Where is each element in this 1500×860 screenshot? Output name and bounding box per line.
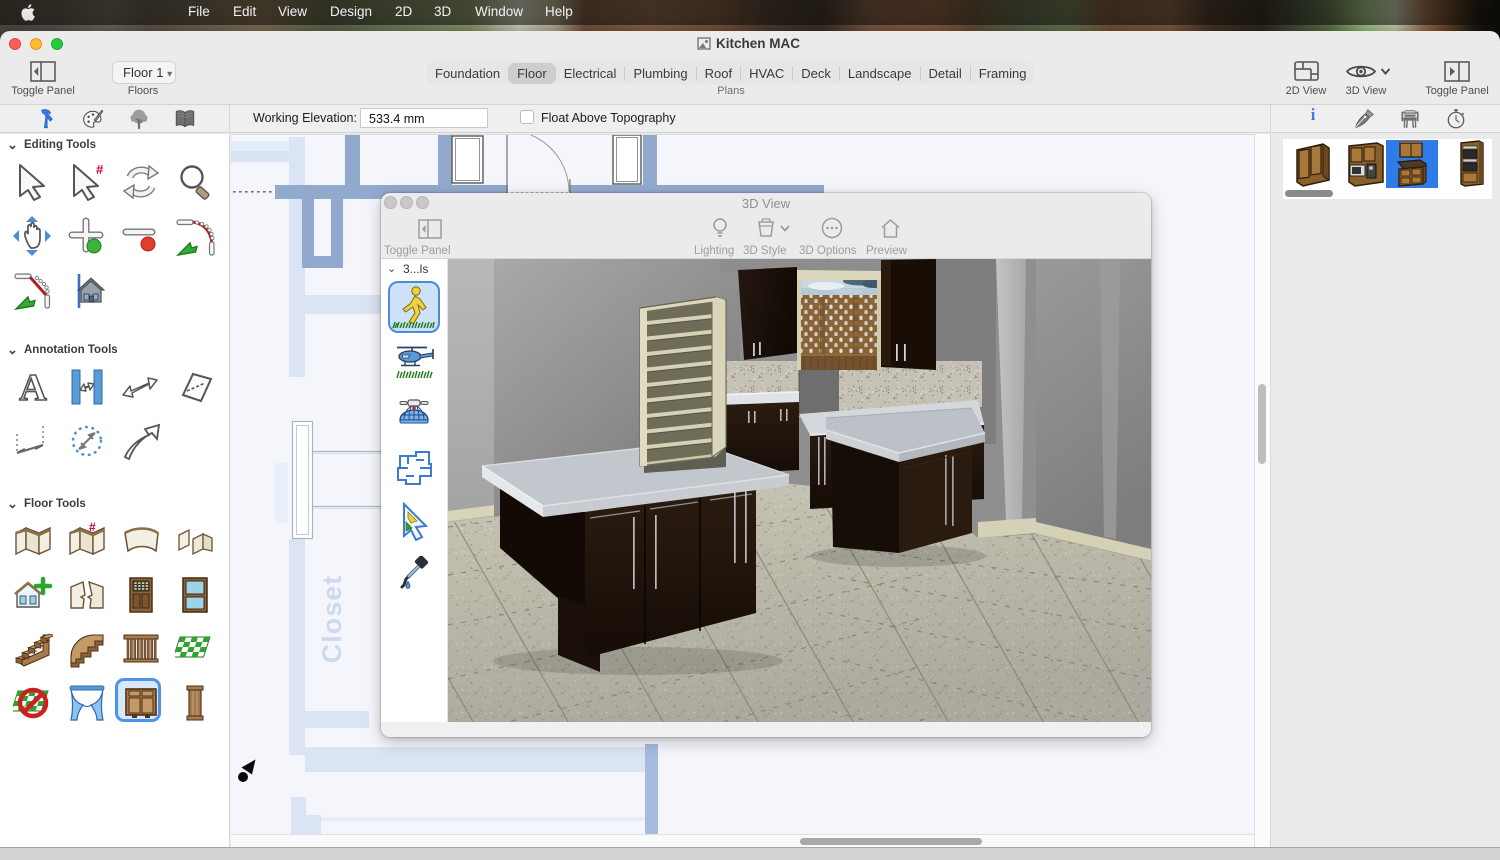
svg-text:#: # bbox=[89, 521, 96, 534]
svg-text:A: A bbox=[19, 367, 47, 407]
svg-text:Closet: Closet bbox=[317, 575, 347, 664]
svg-text:i: i bbox=[1311, 108, 1316, 124]
svg-text:#: # bbox=[96, 162, 104, 177]
